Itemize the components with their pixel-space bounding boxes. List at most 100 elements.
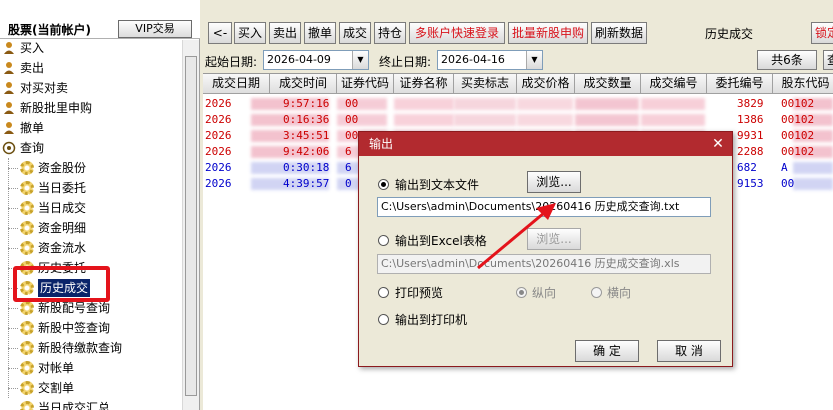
tree-connector [8,208,18,209]
browse-excel-button[interactable]: 浏览... [527,228,581,250]
cell-holder-code: 00102 [781,129,815,142]
col-header-trade-time[interactable]: 成交时间 [270,74,337,94]
col-header-trade-date[interactable]: 成交日期 [203,74,270,94]
col-header-security-name[interactable]: 证券名称 [394,74,454,94]
gear-icon [20,221,34,235]
radio-portrait[interactable] [516,287,527,298]
dialog-title-bar[interactable]: 输出 ✕ [359,132,732,156]
tree-item-label: 卖出 [20,61,45,75]
cell-holder-code: 00 [781,177,795,190]
start-date-label: 起始日期: [205,55,258,69]
cell-security-code: 00 [345,129,359,142]
radio-landscape[interactable] [591,287,602,298]
export-text-label[interactable]: 输出到文本文件 [395,176,479,193]
record-count-button[interactable]: 共6条 [757,50,817,70]
vip-trade-button[interactable]: VIP交易 [118,20,192,38]
close-icon[interactable]: ✕ [708,134,728,154]
cell-order-no: 9931 [737,129,764,142]
dialog-title: 输出 [369,137,394,151]
col-header-trade-no[interactable]: 成交编号 [641,74,707,94]
chevron-down-icon[interactable]: ▼ [526,51,542,69]
radio-export-excel[interactable] [378,235,389,246]
cell-security-code: 0 [345,177,352,190]
col-header-side[interactable]: 买卖标志 [454,74,517,94]
query-icon [2,141,16,155]
cell-trade-date: 2026 [205,97,232,110]
text-path-input[interactable]: C:\Users\admin\Documents\20260416 历史成交查询… [377,197,711,217]
cell-holder-code: 00102 [781,145,815,158]
cell-security-code: 6 [345,161,352,174]
redacted-cell [575,98,639,110]
cancel-button[interactable]: 取 消 [657,340,721,362]
col-header-holder-code[interactable]: 股东代码 [773,74,833,94]
gear-icon [20,201,34,215]
cell-trade-date: 2026 [205,145,232,158]
back-button[interactable]: <- [208,22,232,44]
ipo-icon [4,102,14,114]
radio-printer[interactable] [378,314,389,325]
col-header-price[interactable]: 成交价格 [517,74,575,94]
ok-button[interactable]: 确 定 [575,340,639,362]
gear-icon [20,321,34,335]
col-header-quantity[interactable]: 成交数量 [575,74,641,94]
browse-text-button[interactable]: 浏览... [527,171,581,193]
gear-icon [20,381,34,395]
portrait-label[interactable]: 纵向 [532,284,556,301]
tree-connector [8,168,18,169]
printer-label[interactable]: 输出到打印机 [395,311,467,328]
batch-ipo-button[interactable]: 批量新股申购 [508,22,588,44]
col-header-security-code[interactable]: 证券代码 [337,74,394,94]
excel-path-input[interactable]: C:\Users\admin\Documents\20260416 历史成交查询… [377,254,711,274]
export-excel-label[interactable]: 输出到Excel表格 [395,232,487,249]
table-row[interactable]: 2026 9:57:16 00 3829 00102 [203,96,833,112]
tree-item-label: 当日委托 [38,181,87,195]
cancel-order-button[interactable]: 撤单 [304,22,336,44]
redacted-cell [454,114,516,126]
cell-order-no: 2288 [737,145,764,158]
gear-icon [20,361,34,375]
cell-trade-date: 2026 [205,129,232,142]
radio-print-preview[interactable] [378,287,389,298]
toolbar: <- 买入 卖出 撤单 成交 持仓 多账户快速登录 批量新股申购 刷新数据 历史… [201,0,833,48]
col-header-order-no[interactable]: 委托编号 [707,74,773,94]
gear-icon [20,161,34,175]
query-button[interactable]: 查询 [823,50,833,70]
multi-account-login-button[interactable]: 多账户快速登录 [409,22,505,44]
tree-item-label: 查询 [20,141,45,155]
cell-security-code: 6 [345,145,352,158]
cell-trade-date: 2026 [205,177,232,190]
end-date-picker[interactable]: 2026-04-16 ▼ [437,50,543,70]
landscape-label[interactable]: 横向 [607,284,631,301]
print-preview-label[interactable]: 打印预览 [395,284,443,301]
positions-button[interactable]: 持仓 [374,22,406,44]
tree-item-label: 当日成交汇总 [38,401,111,410]
chevron-down-icon[interactable]: ▼ [352,51,368,69]
gear-icon [20,341,34,355]
tree-item-label: 资金流水 [38,241,87,255]
page-title: 历史成交 [705,27,754,41]
buy-icon [4,42,14,54]
sell-button[interactable]: 卖出 [269,22,301,44]
cell-trade-time: 0:16:36 [283,113,330,126]
lock-button[interactable]: 锁定 [811,22,833,44]
cell-order-no: 1386 [737,113,764,126]
start-date-value: 2026-04-09 [267,53,331,66]
cell-trade-time: 4:39:57 [283,177,330,190]
radio-export-text[interactable] [378,179,389,190]
scrollbar-thumb[interactable] [185,56,197,396]
buy-button[interactable]: 买入 [234,22,266,44]
tree-item-label: 对买对卖 [20,81,69,95]
export-dialog: 输出 ✕ 输出到文本文件 浏览... C:\Users\admin\Docume… [358,131,733,367]
tree-connector [8,368,18,369]
refresh-button[interactable]: 刷新数据 [591,22,647,44]
redacted-cell [394,98,454,110]
redacted-cell [575,114,639,126]
tree-scrollbar[interactable] [182,40,199,410]
start-date-picker[interactable]: 2026-04-09 ▼ [263,50,369,70]
trades-button[interactable]: 成交 [339,22,371,44]
cancel-order-icon [4,122,14,134]
redacted-cell [517,98,573,110]
table-row[interactable]: 2026 0:16:36 00 1386 00102 [203,112,833,128]
tree-item-label: 新股批里申购 [20,101,93,115]
left-panel: 股票(当前帐户) VIP交易 买入 卖出 对买对卖 新股批里申购 撤单 查询 资… [0,0,200,410]
